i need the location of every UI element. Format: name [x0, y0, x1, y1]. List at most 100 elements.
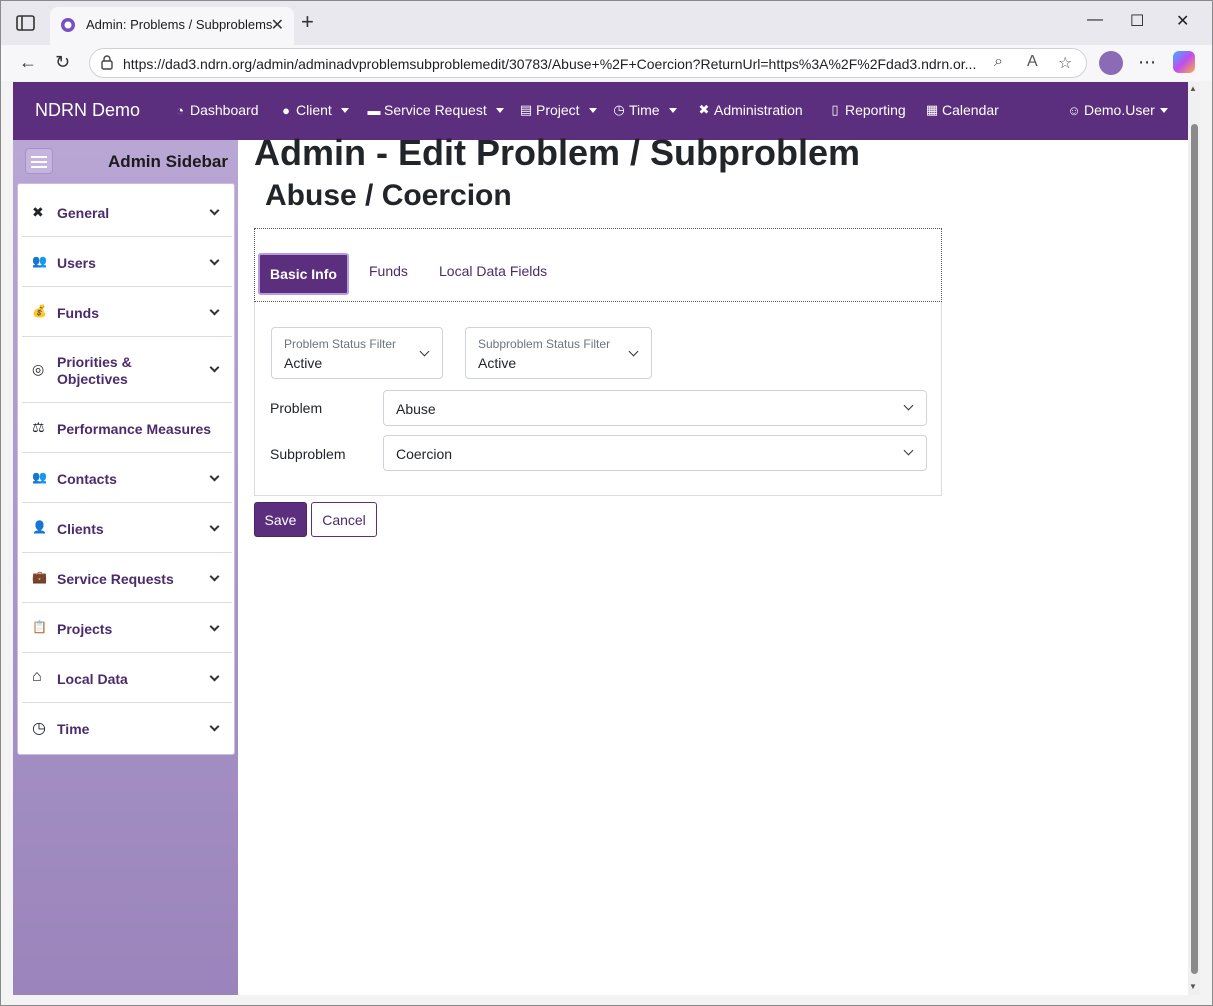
caret-down-icon — [340, 107, 349, 113]
sidebar-item-label: Contacts — [57, 471, 117, 487]
copilot-icon[interactable] — [1173, 51, 1195, 73]
nav-service-request[interactable]: ▬ Service Request — [367, 102, 504, 118]
user-circle-icon: ☺ — [1067, 102, 1081, 118]
sidebar-item-clients[interactable]: 👤 Clients — [22, 503, 232, 553]
caret-down-icon — [588, 107, 597, 113]
sidebar-item-general[interactable]: ✖ General — [22, 187, 232, 237]
dashboard-icon: ◔ — [176, 102, 184, 118]
nav-label: Dashboard — [190, 102, 259, 118]
nav-administration[interactable]: ✖ Administration — [697, 102, 803, 118]
url-text[interactable]: https://dad3.ndrn.org/admin/adminadvprob… — [123, 56, 983, 72]
close-tab-icon[interactable]: ✕ — [271, 15, 284, 35]
scroll-up-icon[interactable]: ▲ — [1189, 84, 1197, 93]
sidebar-panel-icon[interactable] — [15, 13, 37, 33]
tab-basic-info[interactable]: Basic Info — [258, 253, 349, 295]
sidebar-title: Admin Sidebar — [108, 152, 228, 171]
sidebar-item-label: Priorities & Objectives — [57, 354, 132, 387]
tab-funds[interactable]: Funds — [369, 263, 408, 279]
cancel-button[interactable]: Cancel — [311, 502, 377, 537]
sidebar-item-funds[interactable]: 💰 Funds — [22, 287, 232, 337]
clock-icon: ◷ — [613, 102, 625, 117]
nav-client[interactable]: ● Client — [279, 102, 349, 118]
sidebar-item-users[interactable]: 👥 Users — [22, 237, 232, 287]
nav-dashboard[interactable]: ◔ Dashboard — [173, 102, 259, 118]
subproblem-status-filter-select[interactable]: Subproblem Status Filter Active — [465, 327, 652, 379]
nav-reporting[interactable]: ▯ Reporting — [828, 102, 905, 118]
money-bag-icon: 💰 — [32, 304, 47, 318]
hamburger-menu-icon[interactable] — [25, 148, 53, 174]
caret-down-icon — [1159, 107, 1168, 113]
new-tab-icon[interactable]: + — [301, 11, 314, 33]
scale-icon: ⚖ — [32, 419, 45, 435]
admin-sidebar: Admin Sidebar ✖ General 👥 Users 💰 Funds — [13, 140, 238, 995]
sidebar-item-label: Users — [57, 255, 96, 271]
close-window-icon[interactable]: ✕ — [1176, 11, 1189, 31]
chevron-down-icon — [628, 346, 639, 357]
sidebar-item-time[interactable]: ◷ Time — [22, 703, 232, 753]
sidebar-item-label: Funds — [57, 305, 99, 321]
sidebar-item-label: Performance Measures — [57, 421, 212, 437]
nav-calendar[interactable]: ▦ Calendar — [925, 102, 999, 118]
lock-icon[interactable] — [100, 54, 114, 70]
browser-toolbar: ← ↻ https://dad3.ndrn.org/admin/adminadv… — [1, 45, 1212, 81]
chevron-down-icon — [209, 471, 220, 482]
tab-title: Admin: Problems / Subproblems — [86, 17, 273, 32]
scroll-thumb[interactable] — [1191, 124, 1198, 974]
nav-label: Calendar — [942, 102, 999, 118]
floating-label: Problem Status Filter — [284, 337, 397, 351]
target-icon: ◎ — [32, 361, 45, 377]
nav-label: Client — [296, 102, 332, 118]
read-aloud-icon[interactable]: A — [1027, 53, 1038, 71]
refresh-icon[interactable]: ↻ — [55, 51, 70, 73]
page-title: Admin - Edit Problem / Subproblem — [254, 132, 861, 173]
user-name: Demo.User — [1084, 102, 1155, 118]
sidebar-item-label: General — [57, 205, 110, 221]
sidebar-item-local-data[interactable]: ⌂ Local Data — [22, 653, 232, 703]
floating-label: Subproblem Status Filter — [478, 337, 611, 351]
select-value: Coercion — [396, 446, 453, 462]
tab-local-data-fields[interactable]: Local Data Fields — [439, 263, 547, 279]
scroll-down-icon[interactable]: ▼ — [1189, 982, 1197, 991]
chevron-down-icon — [209, 721, 220, 732]
subproblem-label: Subproblem — [270, 446, 346, 462]
chevron-down-icon — [209, 571, 220, 582]
save-button[interactable]: Save — [254, 502, 307, 537]
browser-tab-active[interactable]: Admin: Problems / Subproblems ✕ — [50, 7, 294, 45]
browser-window: Admin: Problems / Subproblems ✕ + — ☐ ✕ … — [0, 0, 1213, 1006]
nav-label: Project — [536, 102, 580, 118]
problem-select[interactable]: Abuse — [383, 390, 927, 426]
chevron-down-icon — [209, 521, 220, 532]
sidebar-item-performance-measures[interactable]: ⚖ Performance Measures — [22, 403, 232, 453]
minimize-icon[interactable]: — — [1087, 11, 1103, 29]
chevron-down-icon — [209, 255, 220, 266]
users-icon: 👥 — [32, 254, 47, 268]
caret-down-icon — [668, 107, 677, 113]
sidebar-item-projects[interactable]: 📋 Projects — [22, 603, 232, 653]
nav-time[interactable]: ◷ Time — [612, 102, 677, 118]
chevron-down-icon — [903, 445, 914, 456]
sidebar-item-priorities[interactable]: ◎ Priorities & Objectives — [22, 337, 232, 403]
problem-status-filter-select[interactable]: Problem Status Filter Active — [271, 327, 443, 379]
address-bar[interactable]: https://dad3.ndrn.org/admin/adminadvprob… — [89, 48, 1087, 78]
chevron-down-icon — [209, 621, 220, 632]
maximize-icon[interactable]: ☐ — [1130, 11, 1144, 31]
sidebar-item-service-requests[interactable]: 💼 Service Requests — [22, 553, 232, 603]
user-menu[interactable]: ☺ Demo.User — [1067, 102, 1168, 118]
page-viewport: NDRN Demo ◔ Dashboard ● Client ▬ Service… — [13, 82, 1188, 995]
more-options-icon[interactable]: ⋯ — [1138, 51, 1156, 73]
subproblem-select[interactable]: Coercion — [383, 435, 927, 471]
zoom-icon[interactable]: ⌕ — [994, 53, 1003, 71]
chevron-down-icon — [209, 362, 220, 373]
brand-link[interactable]: NDRN Demo — [35, 100, 140, 121]
chevron-down-icon — [209, 305, 220, 316]
sidebar-item-contacts[interactable]: 👥 Contacts — [22, 453, 232, 503]
chevron-down-icon — [209, 205, 220, 216]
profile-avatar-icon[interactable] — [1099, 51, 1123, 75]
page-scrollbar[interactable]: ▲ ▼ — [1188, 82, 1200, 995]
sidebar-item-label: Local Data — [57, 671, 128, 687]
nav-project[interactable]: ▤ Project — [519, 102, 597, 118]
back-icon[interactable]: ← — [19, 51, 37, 73]
sidebar-item-label: Service Requests — [57, 571, 174, 587]
favorite-star-icon[interactable]: ☆ — [1058, 53, 1072, 73]
chevron-down-icon — [209, 671, 220, 682]
